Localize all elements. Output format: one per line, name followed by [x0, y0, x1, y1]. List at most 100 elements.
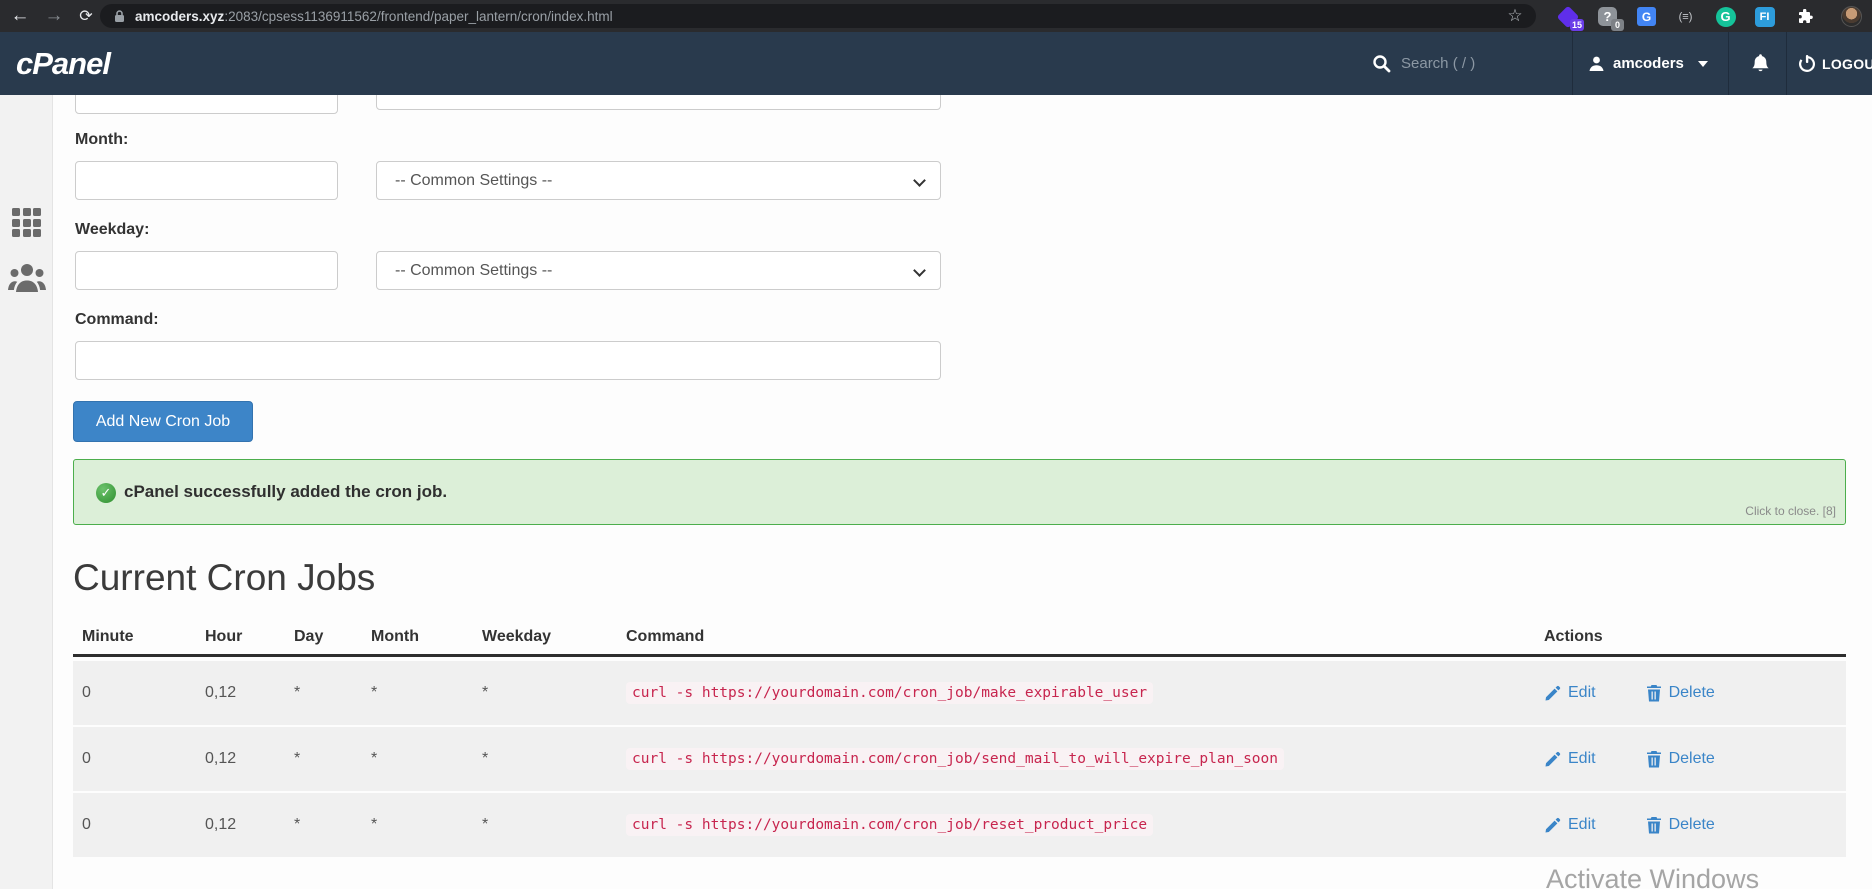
edit-link[interactable]: Edit	[1544, 816, 1596, 834]
browser-reload-button[interactable]: ⟳	[72, 0, 100, 32]
cell-weekday: *	[482, 750, 626, 768]
puzzle-icon	[1797, 9, 1813, 25]
table-row: 0 0,12 * * * curl -s https://yourdomain.…	[73, 727, 1846, 791]
username: amcoders	[1613, 55, 1684, 72]
user-icon	[1588, 55, 1605, 72]
command-input[interactable]	[75, 341, 941, 380]
cell-weekday: *	[482, 684, 626, 702]
trash-icon	[1646, 684, 1662, 702]
col-header-minute: Minute	[73, 628, 205, 646]
browser-back-button[interactable]: ←	[6, 0, 34, 32]
grid-icon	[12, 208, 41, 237]
header-divider	[1572, 32, 1573, 95]
month-label: Month:	[75, 131, 128, 149]
cron-command: curl -s https://yourdomain.com/cron_job/…	[626, 814, 1153, 836]
cell-month: *	[371, 750, 482, 768]
main-content: -- Common Settings -- Month: -- Common S…	[53, 0, 1872, 889]
user-menu[interactable]: amcoders	[1588, 32, 1708, 95]
edit-link[interactable]: Edit	[1544, 750, 1596, 768]
users-group-icon	[8, 261, 46, 293]
avatar	[1841, 6, 1862, 27]
col-header-command: Command	[626, 628, 1525, 646]
cell-hour: 0,12	[205, 750, 294, 768]
cell-minute: 0	[73, 816, 205, 834]
logout-label: LOGOUT	[1822, 56, 1872, 72]
extension-translate-icon[interactable]: G	[1635, 5, 1658, 28]
month-input[interactable]	[75, 161, 338, 200]
lock-icon	[114, 10, 125, 23]
banner-close-hint: Click to close. [8]	[1745, 504, 1836, 518]
search-icon	[1372, 54, 1391, 73]
header-search[interactable]: Search ( / )	[1372, 32, 1475, 95]
page-title: Current Cron Jobs	[73, 557, 375, 599]
extension-help-icon[interactable]: ? 0	[1596, 5, 1619, 28]
cell-minute: 0	[73, 750, 205, 768]
fi-icon: FI	[1755, 7, 1775, 27]
col-header-month: Month	[371, 628, 482, 646]
bookmark-star-icon[interactable]: ☆	[1502, 0, 1528, 32]
header-divider	[1728, 32, 1729, 95]
pencil-icon	[1544, 817, 1561, 834]
extension-badge: 15	[1570, 19, 1584, 31]
search-placeholder: Search ( / )	[1401, 55, 1475, 72]
cell-month: *	[371, 816, 482, 834]
delete-link[interactable]: Delete	[1646, 816, 1715, 834]
header-divider	[1786, 32, 1787, 95]
chevron-down-icon	[913, 264, 926, 277]
weekday-input[interactable]	[75, 251, 338, 290]
table-row: 0 0,12 * * * curl -s https://yourdomain.…	[73, 793, 1846, 857]
cron-table-header: Minute Hour Day Month Weekday Command Ac…	[73, 620, 1846, 657]
weekday-label: Weekday:	[75, 221, 149, 239]
add-cron-job-button[interactable]: Add New Cron Job	[73, 401, 253, 442]
command-label: Command:	[75, 311, 159, 329]
sidebar-item-users[interactable]	[0, 261, 53, 293]
extension-paren-icon[interactable]: (≡)	[1674, 5, 1697, 28]
cron-command: curl -s https://yourdomain.com/cron_job/…	[626, 682, 1153, 704]
cron-command: curl -s https://yourdomain.com/cron_job/…	[626, 748, 1284, 770]
edit-link[interactable]: Edit	[1544, 684, 1596, 702]
success-banner[interactable]: ✓ cPanel successfully added the cron job…	[73, 459, 1846, 525]
url-text: amcoders.xyz:2083/cpsess1136911562/front…	[135, 9, 613, 24]
left-sidebar	[0, 95, 53, 889]
col-header-hour: Hour	[205, 628, 294, 646]
trash-icon	[1646, 750, 1662, 768]
browser-forward-button[interactable]: →	[40, 0, 68, 32]
cpanel-header: cPanel Search ( / ) amcoders LOGOUT	[0, 32, 1872, 95]
chevron-down-icon	[1698, 61, 1708, 67]
month-common-settings-select[interactable]: -- Common Settings --	[376, 161, 941, 200]
extension-fi-icon[interactable]: FI	[1753, 5, 1776, 28]
cell-hour: 0,12	[205, 816, 294, 834]
extension-badge: 0	[1611, 19, 1624, 31]
browser-profile-avatar[interactable]	[1840, 5, 1863, 28]
sidebar-item-home[interactable]	[0, 208, 53, 237]
translate-icon: G	[1637, 7, 1656, 26]
cell-minute: 0	[73, 684, 205, 702]
cell-day: *	[294, 750, 371, 768]
logout-button[interactable]: LOGOUT	[1798, 32, 1872, 95]
bell-icon	[1751, 53, 1770, 74]
table-row: 0 0,12 * * * curl -s https://yourdomain.…	[73, 661, 1846, 725]
chevron-down-icon	[913, 174, 926, 187]
grammarly-icon: G	[1716, 7, 1736, 27]
cell-hour: 0,12	[205, 684, 294, 702]
check-circle-icon: ✓	[96, 483, 116, 503]
extension-grammarly-icon[interactable]: G	[1714, 5, 1737, 28]
delete-link[interactable]: Delete	[1646, 684, 1715, 702]
cell-month: *	[371, 684, 482, 702]
weekday-common-settings-select[interactable]: -- Common Settings --	[376, 251, 941, 290]
cpanel-logo: cPanel	[16, 46, 110, 82]
extension-purple-icon[interactable]: 15	[1556, 5, 1579, 28]
cell-weekday: *	[482, 816, 626, 834]
delete-link[interactable]: Delete	[1646, 750, 1715, 768]
pencil-icon	[1544, 751, 1561, 768]
col-header-actions: Actions	[1544, 628, 1846, 646]
pencil-icon	[1544, 685, 1561, 702]
address-bar[interactable]: amcoders.xyz:2083/cpsess1136911562/front…	[100, 4, 1536, 28]
browser-toolbar: ← → ⟳ amcoders.xyz:2083/cpsess1136911562…	[0, 0, 1872, 32]
trash-icon	[1646, 816, 1662, 834]
notifications-button[interactable]	[1743, 32, 1777, 95]
logout-icon	[1798, 55, 1816, 73]
col-header-day: Day	[294, 628, 371, 646]
extensions-puzzle-icon[interactable]	[1793, 5, 1816, 28]
cell-day: *	[294, 816, 371, 834]
